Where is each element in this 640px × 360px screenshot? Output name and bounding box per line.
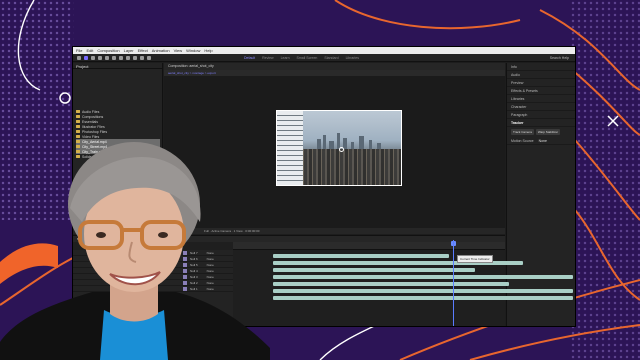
track-camera-button[interactable]: Track Camera xyxy=(511,129,534,135)
motion-source-value: None xyxy=(538,139,547,143)
panel-preview[interactable]: Preview xyxy=(507,79,575,87)
menu-bar: File Edit Composition Layer Effect Anima… xyxy=(73,47,575,54)
composition-viewer-frame[interactable] xyxy=(276,110,402,186)
layer-duration-bar[interactable] xyxy=(273,268,475,272)
workspace-standard[interactable]: Standard xyxy=(324,56,338,60)
layer-duration-bar[interactable] xyxy=(273,254,449,258)
motion-source-row[interactable]: Motion Source None xyxy=(507,137,575,145)
workspace-review[interactable]: Review xyxy=(262,56,273,60)
menu-animation[interactable]: Animation xyxy=(152,47,170,54)
menu-layer[interactable]: Layer xyxy=(124,47,134,54)
brush-tool-icon[interactable] xyxy=(147,55,151,60)
menu-view[interactable]: View xyxy=(174,47,183,54)
rotate-tool-icon[interactable] xyxy=(105,55,109,60)
current-time-indicator[interactable] xyxy=(453,240,454,326)
folder-icon xyxy=(76,110,80,113)
presenter-portrait xyxy=(0,142,270,360)
folder-icon xyxy=(76,135,80,138)
composition-tab[interactable]: Composition: aerial_shot_city xyxy=(164,63,505,70)
panel-libraries[interactable]: Libraries xyxy=(507,95,575,103)
layer-duration-bar[interactable] xyxy=(273,282,509,286)
tracker-buttons: Track Camera Warp Stabilizer xyxy=(507,127,575,137)
search-help-input[interactable]: Search Help xyxy=(550,56,569,60)
camera-tool-icon[interactable] xyxy=(112,55,116,60)
hand-tool-icon[interactable] xyxy=(91,55,95,60)
shape-tool-icon[interactable] xyxy=(126,55,130,60)
composition-breadcrumb[interactable]: aerial_shot_city > montage > export xyxy=(164,70,505,76)
panel-character[interactable]: Character xyxy=(507,103,575,111)
layer-duration-bar[interactable] xyxy=(273,289,573,293)
panel-info[interactable]: Info xyxy=(507,63,575,71)
layer-duration-bar[interactable] xyxy=(273,296,573,300)
layer-duration-bar[interactable] xyxy=(273,275,573,279)
selection-tool-icon[interactable] xyxy=(84,55,88,60)
menu-help[interactable]: Help xyxy=(204,47,212,54)
workspace-default[interactable]: Default xyxy=(244,56,255,60)
workspace-small-screen[interactable]: Small Screen xyxy=(297,56,318,60)
folder-icon xyxy=(76,125,80,128)
folder-icon xyxy=(76,115,80,118)
panel-tracker[interactable]: Tracker xyxy=(507,119,575,127)
warp-stabilizer-button[interactable]: Warp Stabilizer xyxy=(535,129,561,135)
scaffolding-building xyxy=(277,111,303,185)
pan-behind-tool-icon[interactable] xyxy=(119,55,123,60)
pen-tool-icon[interactable] xyxy=(133,55,137,60)
menu-composition[interactable]: Composition xyxy=(97,47,119,54)
folder-icon xyxy=(76,120,80,123)
close-x-icon xyxy=(607,115,619,127)
zoom-tool-icon[interactable] xyxy=(98,55,102,60)
panel-audio[interactable]: Audio xyxy=(507,71,575,79)
motion-source-label: Motion Source xyxy=(511,139,534,143)
tools-toolbar: Default Review Learn Small Screen Standa… xyxy=(73,54,575,62)
type-tool-icon[interactable] xyxy=(140,55,144,60)
ring-outline-icon xyxy=(59,92,71,104)
menu-edit[interactable]: Edit xyxy=(86,47,93,54)
workspace-libraries[interactable]: Libraries xyxy=(346,56,359,60)
tooltip: Current Time Indicator xyxy=(457,255,493,263)
panel-paragraph[interactable]: Paragraph xyxy=(507,111,575,119)
workspace-learn[interactable]: Learn xyxy=(281,56,290,60)
anchor-point-icon[interactable] xyxy=(339,147,344,152)
project-panel-title[interactable]: Project xyxy=(73,63,162,69)
menu-effect[interactable]: Effect xyxy=(138,47,148,54)
home-tool-icon[interactable] xyxy=(77,55,81,60)
right-panel-stack: Info Audio Preview Effects & Presets Lib… xyxy=(506,63,575,326)
menu-window[interactable]: Window xyxy=(186,47,200,54)
time-ruler[interactable] xyxy=(233,242,505,250)
panel-effects-presets[interactable]: Effects & Presets xyxy=(507,87,575,95)
folder-icon xyxy=(76,130,80,133)
menu-file[interactable]: File xyxy=(76,47,82,54)
